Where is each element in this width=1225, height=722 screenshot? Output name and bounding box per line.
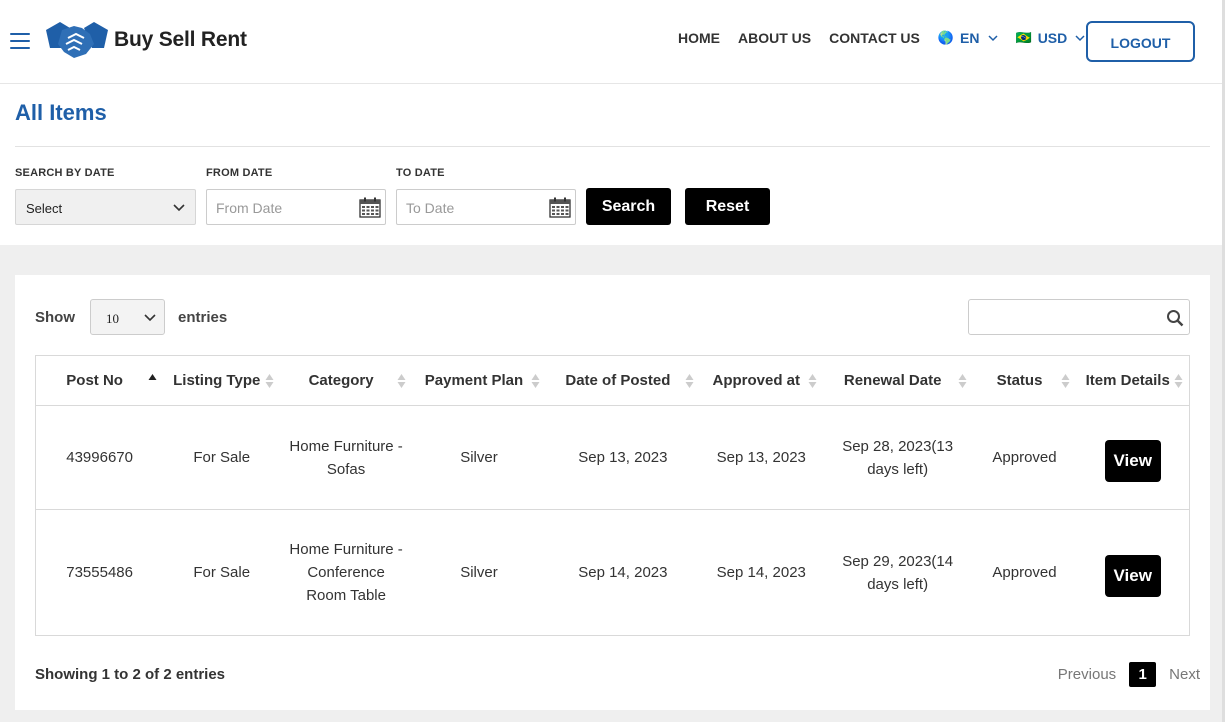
- col-date-posted[interactable]: Date of Posted: [545, 355, 700, 406]
- calendar-icon[interactable]: [359, 197, 381, 218]
- cell-post-no: 43996670: [35, 405, 164, 510]
- col-payment-plan[interactable]: Payment Plan: [412, 355, 546, 406]
- cell-item-details: View: [1076, 509, 1190, 636]
- from-date-label: FROM DATE: [206, 167, 273, 179]
- view-button[interactable]: View: [1104, 439, 1161, 482]
- table-search-input[interactable]: [968, 299, 1190, 335]
- entries-label: entries: [178, 309, 228, 326]
- col-date-posted-label: Date of Posted: [565, 372, 671, 389]
- nav-home[interactable]: HOME: [678, 30, 720, 46]
- chevron-down-icon: [144, 314, 156, 322]
- sort-icon: [808, 374, 817, 388]
- from-date-placeholder: From Date: [216, 200, 283, 216]
- sort-icon: [531, 374, 540, 388]
- top-header: Buy Sell Rent HOME ABOUT US CONTACT US 🌎…: [0, 0, 1225, 84]
- page-1-button[interactable]: 1: [1129, 662, 1157, 687]
- main-nav: HOME ABOUT US CONTACT US 🌎 EN 🇧🇷 USD: [678, 30, 1103, 46]
- col-approved-at-label: Approved at: [712, 372, 801, 389]
- table-row: 43996670 For Sale Home Furniture - Sofas…: [35, 405, 1190, 510]
- view-button[interactable]: View: [1104, 554, 1161, 597]
- cell-approved-at: Sep 13, 2023: [699, 405, 823, 510]
- cell-renewal-date: Sep 29, 2023(14 days left): [822, 509, 973, 636]
- page-title: All Items: [15, 100, 107, 125]
- cell-date-posted: Sep 14, 2023: [545, 509, 700, 636]
- sort-asc-icon: [148, 374, 157, 380]
- currency-dropdown[interactable]: 🇧🇷 USD: [1016, 30, 1086, 46]
- search-icon[interactable]: [1166, 309, 1184, 327]
- chevron-down-icon: [173, 204, 185, 212]
- col-listing-type-label: Listing Type: [173, 372, 261, 389]
- chevron-down-icon: [1075, 35, 1085, 42]
- cell-status: Approved: [972, 405, 1077, 510]
- currency-label: USD: [1037, 30, 1068, 46]
- cell-category: Home Furniture - Conference Room Table: [280, 509, 412, 636]
- col-category-label: Category: [308, 372, 374, 389]
- globe-icon: 🌎: [937, 30, 955, 45]
- previous-button[interactable]: Previous: [1058, 666, 1116, 683]
- cell-item-details: View: [1076, 405, 1190, 510]
- language-dropdown[interactable]: 🌎 EN: [938, 30, 998, 46]
- col-payment-plan-label: Payment Plan: [424, 372, 524, 389]
- search-by-date-value: Select: [26, 201, 63, 216]
- items-card: Show 10 entries Post No Listing Type Cat…: [15, 275, 1210, 710]
- next-button[interactable]: Next: [1169, 666, 1200, 683]
- sort-icon: [1061, 374, 1070, 388]
- cell-date-posted: Sep 13, 2023: [545, 405, 700, 510]
- cell-category: Home Furniture - Sofas: [280, 405, 412, 510]
- brand-logo[interactable]: Buy Sell Rent: [44, 18, 247, 62]
- cell-payment-plan: Silver: [412, 405, 546, 510]
- to-date-label: TO DATE: [396, 167, 445, 179]
- chevron-down-icon: [987, 35, 998, 42]
- col-item-details-label: Item Details: [1085, 372, 1170, 389]
- col-post-no-label: Post No: [66, 372, 123, 389]
- col-listing-type[interactable]: Listing Type: [163, 355, 281, 406]
- page-size-select[interactable]: 10: [90, 299, 165, 335]
- col-status[interactable]: Status: [972, 355, 1077, 406]
- col-post-no[interactable]: Post No: [35, 355, 164, 406]
- cell-listing-type: For Sale: [163, 509, 281, 636]
- table-row: 73555486 For Sale Home Furniture - Confe…: [35, 509, 1190, 636]
- col-renewal-date[interactable]: Renewal Date: [822, 355, 973, 406]
- brand-name: Buy Sell Rent: [114, 28, 247, 51]
- nav-about-us[interactable]: ABOUT US: [738, 30, 811, 46]
- col-category[interactable]: Category: [280, 355, 412, 406]
- search-by-date-label: SEARCH BY DATE: [15, 167, 115, 179]
- items-table: Post No Listing Type Category Payment Pl…: [35, 355, 1190, 636]
- sort-icon: [685, 374, 694, 388]
- to-date-placeholder: To Date: [406, 200, 455, 216]
- search-button[interactable]: Search: [586, 188, 671, 225]
- sort-icon: [397, 374, 406, 388]
- to-date-input[interactable]: To Date: [396, 189, 576, 225]
- page-size-value: 10: [106, 311, 119, 326]
- search-by-date-select[interactable]: Select: [15, 189, 196, 225]
- calendar-icon[interactable]: [549, 197, 571, 218]
- pagination: Previous 1 Next: [1058, 662, 1200, 687]
- handshake-icon: [46, 22, 108, 58]
- sort-icon: [958, 374, 967, 388]
- col-renewal-date-label: Renewal Date: [843, 372, 942, 389]
- col-item-details[interactable]: Item Details: [1076, 355, 1190, 406]
- table-info: Showing 1 to 2 of 2 entries: [35, 666, 226, 683]
- nav-contact-us[interactable]: CONTACT US: [829, 30, 920, 46]
- cell-renewal-date: Sep 28, 2023(13 days left): [822, 405, 973, 510]
- sort-icon: [1174, 374, 1183, 388]
- cell-listing-type: For Sale: [163, 405, 281, 510]
- divider: [15, 146, 1210, 147]
- reset-button[interactable]: Reset: [685, 188, 770, 225]
- table-header-row: Post No Listing Type Category Payment Pl…: [35, 355, 1190, 406]
- cell-payment-plan: Silver: [412, 509, 546, 636]
- cell-post-no: 73555486: [35, 509, 164, 636]
- col-approved-at[interactable]: Approved at: [699, 355, 823, 406]
- language-label: EN: [960, 30, 980, 46]
- col-status-label: Status: [996, 372, 1043, 389]
- show-label: Show: [35, 309, 75, 326]
- menu-icon[interactable]: [10, 33, 30, 50]
- cell-approved-at: Sep 14, 2023: [699, 509, 823, 636]
- sort-icon: [265, 374, 274, 388]
- flag-icon: 🇧🇷: [1015, 30, 1032, 45]
- cell-status: Approved: [972, 509, 1077, 636]
- from-date-input[interactable]: From Date: [206, 189, 386, 225]
- logout-button[interactable]: LOGOUT: [1086, 21, 1195, 62]
